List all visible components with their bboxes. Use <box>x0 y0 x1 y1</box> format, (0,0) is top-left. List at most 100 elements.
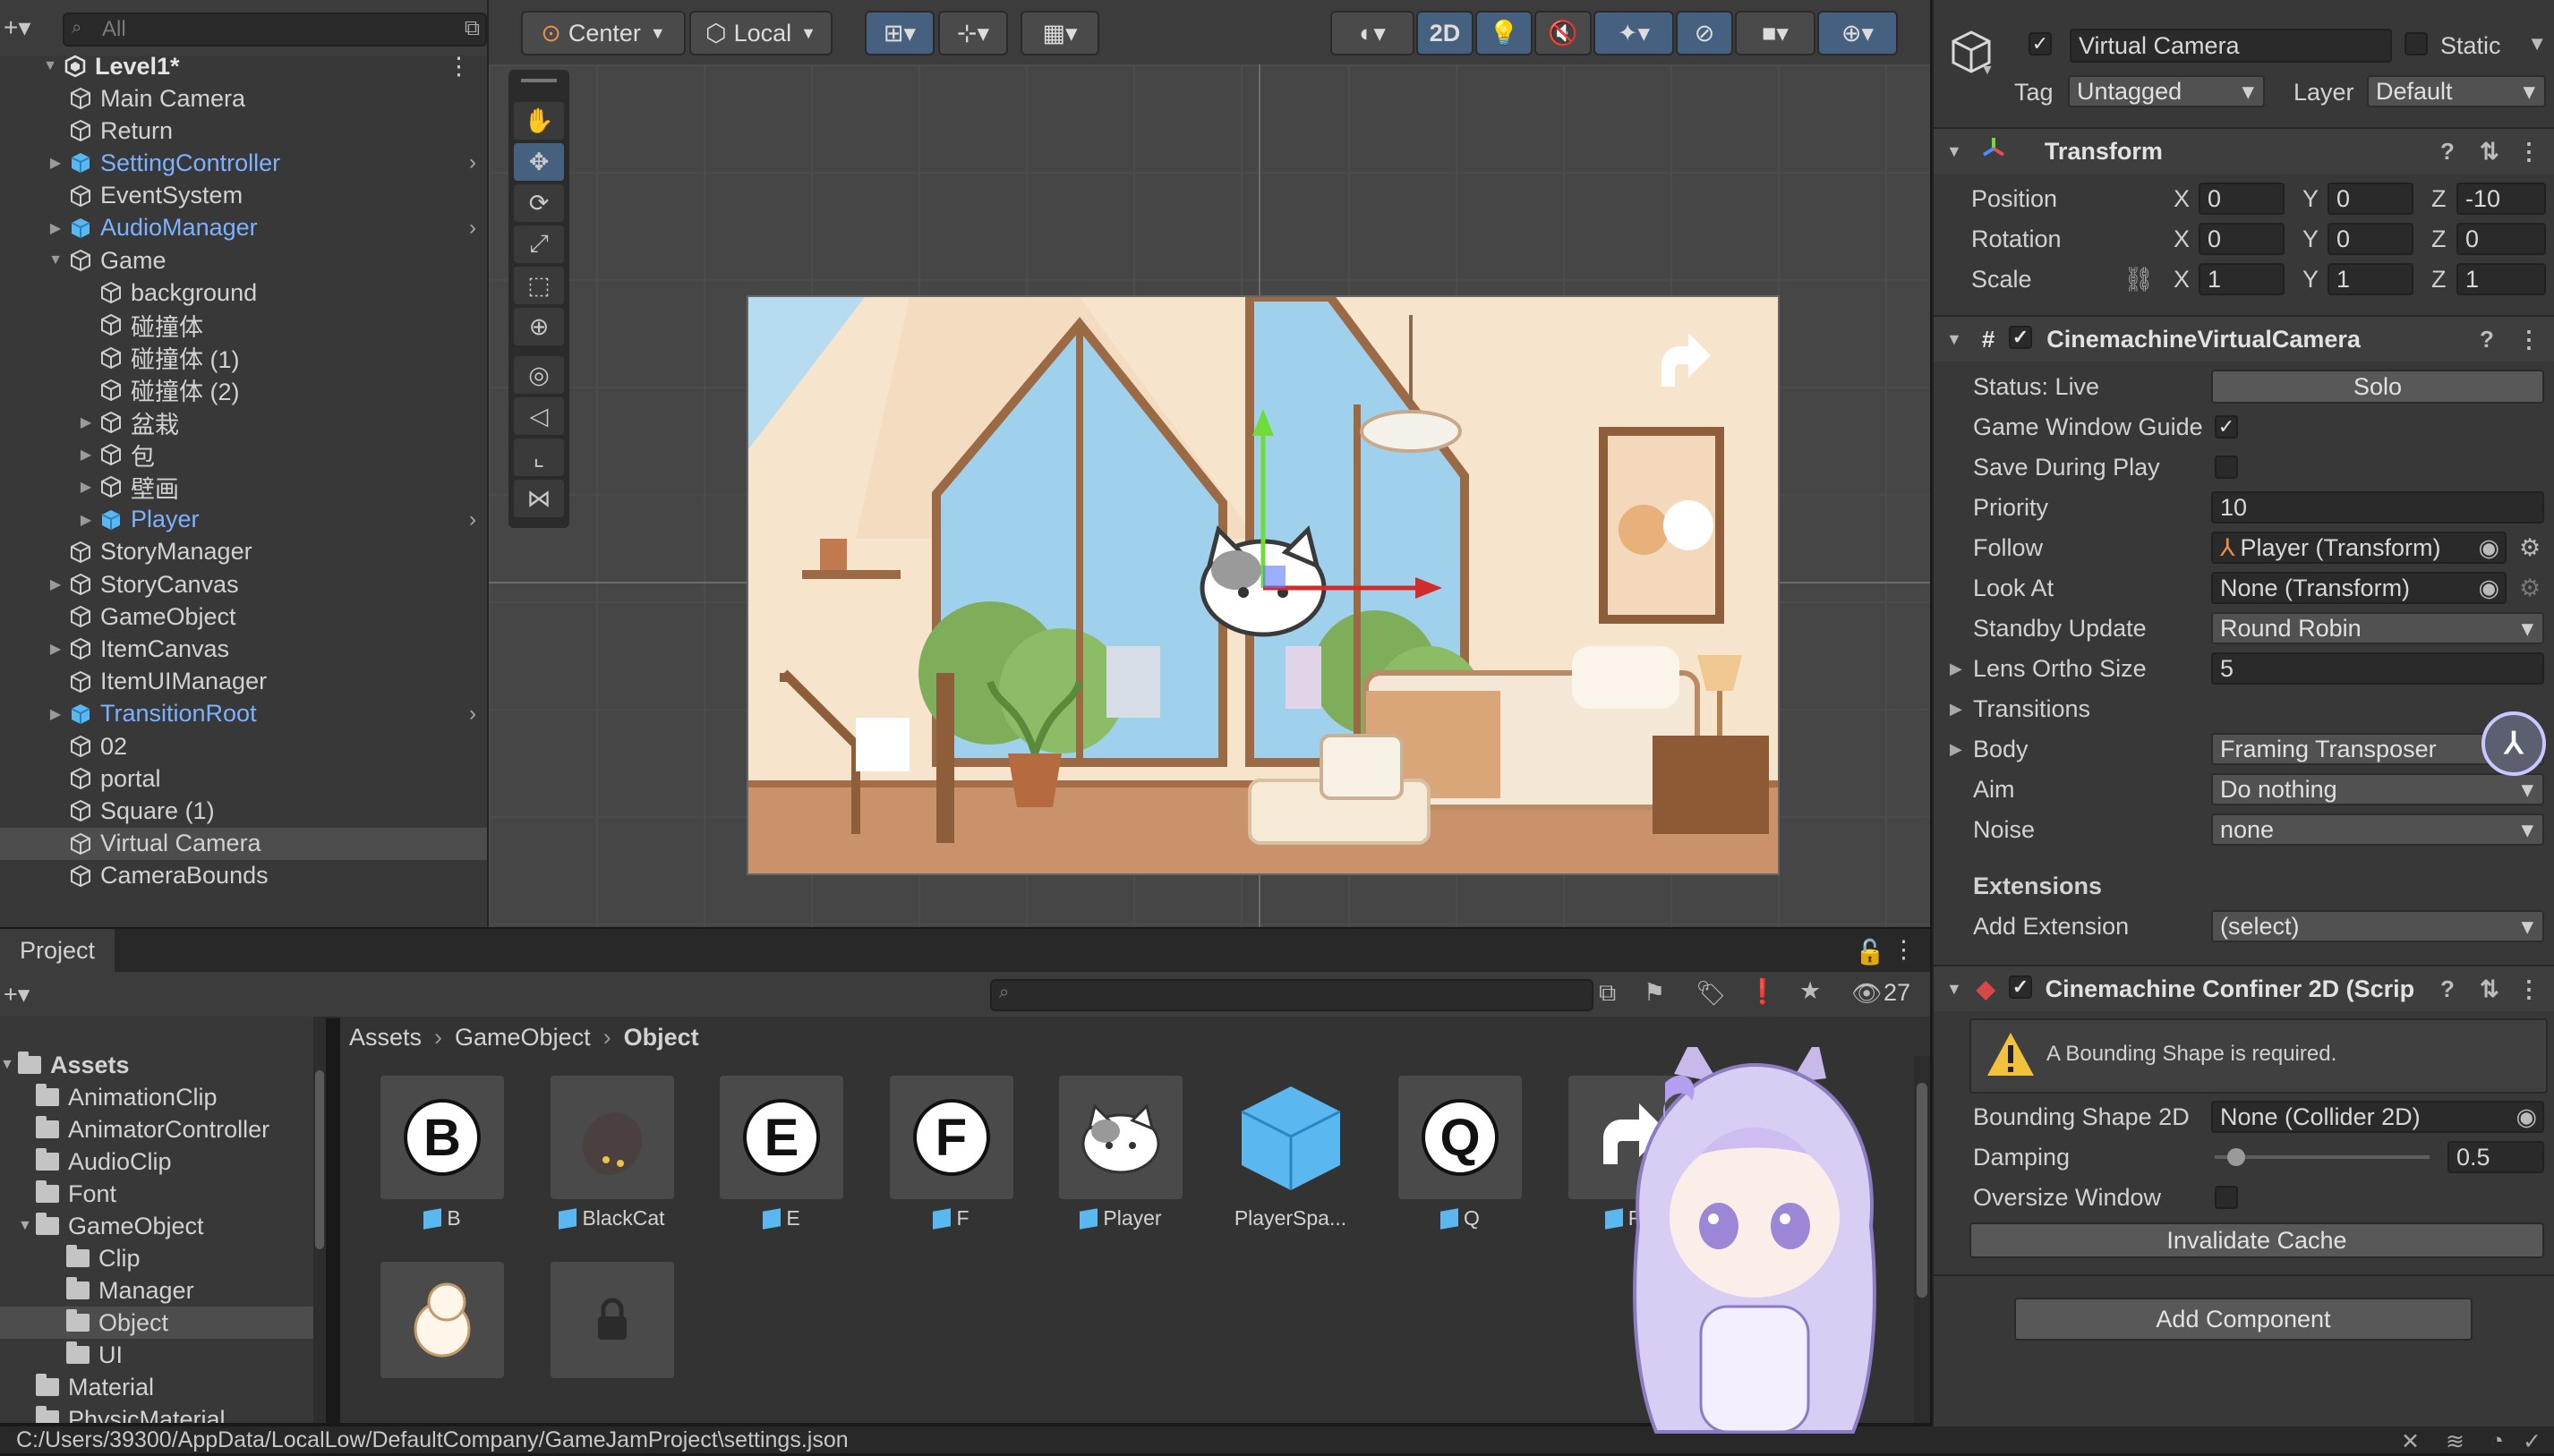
open-prefab-chevron-icon[interactable]: › <box>469 216 476 241</box>
scale-tool[interactable]: ⤢ <box>514 226 564 263</box>
breadcrumb-gameobject[interactable]: GameObject <box>455 1024 591 1052</box>
space-dropdown[interactable]: ⬡ Local ▼ <box>689 11 833 55</box>
expand-arrow-icon[interactable]: ▼ <box>18 1218 36 1234</box>
folder-tree-row[interactable]: Object <box>0 1307 326 1339</box>
expand-arrow-icon[interactable]: ▼ <box>41 58 59 74</box>
hierarchy-row[interactable]: Virtual Camera <box>0 827 487 860</box>
help-icon[interactable]: ? <box>2480 326 2494 353</box>
grid-visibility-button[interactable]: ▦▾ <box>1021 11 1099 55</box>
position-z-field[interactable]: -10 <box>2456 183 2546 215</box>
folder-tree-row[interactable]: Material <box>0 1371 326 1403</box>
folder-tree-row[interactable]: AnimatorController <box>0 1113 326 1145</box>
project-tab[interactable]: Project <box>0 929 115 972</box>
create-icon[interactable]: +▾ <box>4 981 30 1009</box>
hierarchy-row[interactable]: ItemUIManager <box>0 666 487 698</box>
help-icon[interactable]: ? <box>2440 975 2455 1003</box>
chevron-down-icon[interactable]: ▼ <box>2527 32 2547 55</box>
lens-field[interactable]: 5 <box>2211 652 2544 685</box>
gear-icon[interactable]: ⚙ <box>2519 575 2541 602</box>
transform-tool[interactable]: ⊕ <box>514 308 564 345</box>
baking-icon[interactable]: ◔ <box>2490 1428 2504 1454</box>
rotation-x-field[interactable]: 0 <box>2199 223 2285 255</box>
damping-slider-track[interactable] <box>2215 1155 2430 1159</box>
custom-tool-1[interactable]: ◎ <box>514 356 564 394</box>
add-extension-dropdown[interactable]: (select) <box>2211 910 2544 942</box>
hierarchy-row[interactable]: 碰撞体 <box>0 309 487 341</box>
console-last-message[interactable]: C:/Users/39300/AppData/LocalLow/DefaultC… <box>16 1427 849 1453</box>
static-checkbox[interactable] <box>2405 32 2428 55</box>
folder-tree-row[interactable]: Font <box>0 1178 326 1210</box>
noise-dropdown[interactable]: none <box>2211 813 2544 846</box>
save-during-play-checkbox[interactable] <box>2215 456 2238 479</box>
custom-tool-3[interactable]: ⌞ <box>514 439 564 476</box>
more-icon[interactable]: ⋮ <box>2517 138 2541 166</box>
expand-arrow-icon[interactable]: ▶ <box>47 154 64 172</box>
camera-settings-button[interactable]: ■▾ <box>1735 11 1815 55</box>
expand-arrow-icon[interactable]: ▼ <box>47 252 64 268</box>
custom-tool-4[interactable]: ⋈ <box>514 480 564 517</box>
foldout-arrow-icon[interactable]: ▶ <box>1950 740 1962 759</box>
scale-y-field[interactable]: 1 <box>2328 263 2413 295</box>
hierarchy-row[interactable]: Square (1) <box>0 795 487 827</box>
expand-arrow-icon[interactable]: ▶ <box>47 575 64 593</box>
asset-scrollbar[interactable] <box>1914 1056 1930 1423</box>
folder-tree-row[interactable]: AudioClip <box>0 1145 326 1178</box>
asset-item[interactable]: BB <box>380 1076 504 1230</box>
warning-filter-icon[interactable]: ❗ <box>1747 977 1778 1006</box>
axis-y-label[interactable]: Y <box>2302 266 2319 294</box>
folder-tree-row[interactable]: Clip <box>0 1242 326 1274</box>
active-checkbox[interactable]: ✓ <box>2029 32 2052 55</box>
asset-item[interactable]: QQ <box>1398 1076 1522 1230</box>
pivot-dropdown[interactable]: ⊙ Center ▼ <box>521 11 686 55</box>
asset-item[interactable]: PlayerSpa... <box>1229 1076 1353 1230</box>
expand-arrow-icon[interactable]: ▶ <box>47 640 64 658</box>
grid-snap-button[interactable]: ⊞▾ <box>865 11 935 55</box>
more-icon[interactable]: ⋮ <box>1892 936 1916 964</box>
constrain-proportions-icon[interactable]: ⛓ <box>2123 265 2154 294</box>
lock-icon[interactable]: 🔓 <box>1855 938 1885 966</box>
folder-tree-row[interactable]: ▼ Assets <box>0 1049 326 1081</box>
asset-item[interactable] <box>550 1262 674 1378</box>
breadcrumb-object[interactable]: Object <box>624 1024 699 1052</box>
scale-x-field[interactable]: 1 <box>2199 263 2285 295</box>
hierarchy-row[interactable]: Return <box>0 115 487 147</box>
foldout-arrow-icon[interactable]: ▶ <box>1950 660 1962 678</box>
hierarchy-row[interactable]: EventSystem <box>0 180 487 212</box>
gear-icon[interactable]: ⚙ <box>2519 534 2541 562</box>
vcam-header[interactable]: ▼ # ✓ CinemachineVirtualCamera ? ⋮ <box>1934 315 2554 362</box>
object-picker-icon[interactable]: ◉ <box>2516 1103 2537 1131</box>
rotate-tool[interactable]: ⟳ <box>514 184 564 222</box>
asset-item[interactable] <box>380 1262 504 1378</box>
expand-arrow-icon[interactable]: ▶ <box>47 705 64 723</box>
hierarchy-row[interactable]: ▶ ItemCanvas <box>0 633 487 665</box>
move-tool[interactable]: ✥ <box>514 143 564 181</box>
open-prefab-chevron-icon[interactable]: › <box>469 702 476 727</box>
hierarchy-row[interactable]: 02 <box>0 730 487 762</box>
solo-button[interactable]: Solo <box>2211 370 2544 404</box>
search-by-label-icon[interactable]: ⚑ <box>1644 979 1665 1007</box>
expand-arrow-icon[interactable]: ▶ <box>77 478 95 496</box>
drag-handle[interactable] <box>521 79 557 82</box>
confiner-enabled-checkbox[interactable]: ✓ <box>2009 975 2032 999</box>
hidden-packages-icon[interactable]: 👁 <box>1851 979 1882 1008</box>
scale-z-field[interactable]: 1 <box>2456 263 2546 295</box>
tag-dropdown[interactable]: Untagged <box>2068 75 2265 107</box>
debug-icon[interactable]: ✕ <box>2401 1428 2420 1455</box>
aim-dropdown[interactable]: Do nothing <box>2211 773 2544 805</box>
hierarchy-row[interactable]: ▶ 壁画 <box>0 471 487 503</box>
rect-tool[interactable]: ⬚ <box>514 267 564 304</box>
hierarchy-row[interactable]: ▼ Game <box>0 244 487 277</box>
axis-x-label[interactable]: X <box>2174 185 2190 213</box>
hierarchy-search-input[interactable]: ⌕ All ⧉ <box>63 13 487 47</box>
folder-tree-row[interactable]: PhysicMaterial <box>0 1403 326 1423</box>
2d-mode-toggle[interactable]: 2D <box>1416 11 1473 55</box>
expand-arrow-icon[interactable]: ▶ <box>77 511 95 529</box>
hierarchy-row[interactable]: portal <box>0 762 487 795</box>
game-window-guide-checkbox[interactable]: ✓ <box>2215 415 2238 439</box>
incremental-snap-button[interactable]: ⊹▾ <box>938 11 1008 55</box>
hierarchy-row[interactable]: GameObject <box>0 600 487 633</box>
hierarchy-row[interactable]: ▶ StoryCanvas <box>0 568 487 600</box>
axis-x-label[interactable]: X <box>2174 266 2190 294</box>
expand-arrow-icon[interactable]: ▼ <box>0 1057 18 1073</box>
open-prefab-chevron-icon[interactable]: › <box>469 150 476 175</box>
